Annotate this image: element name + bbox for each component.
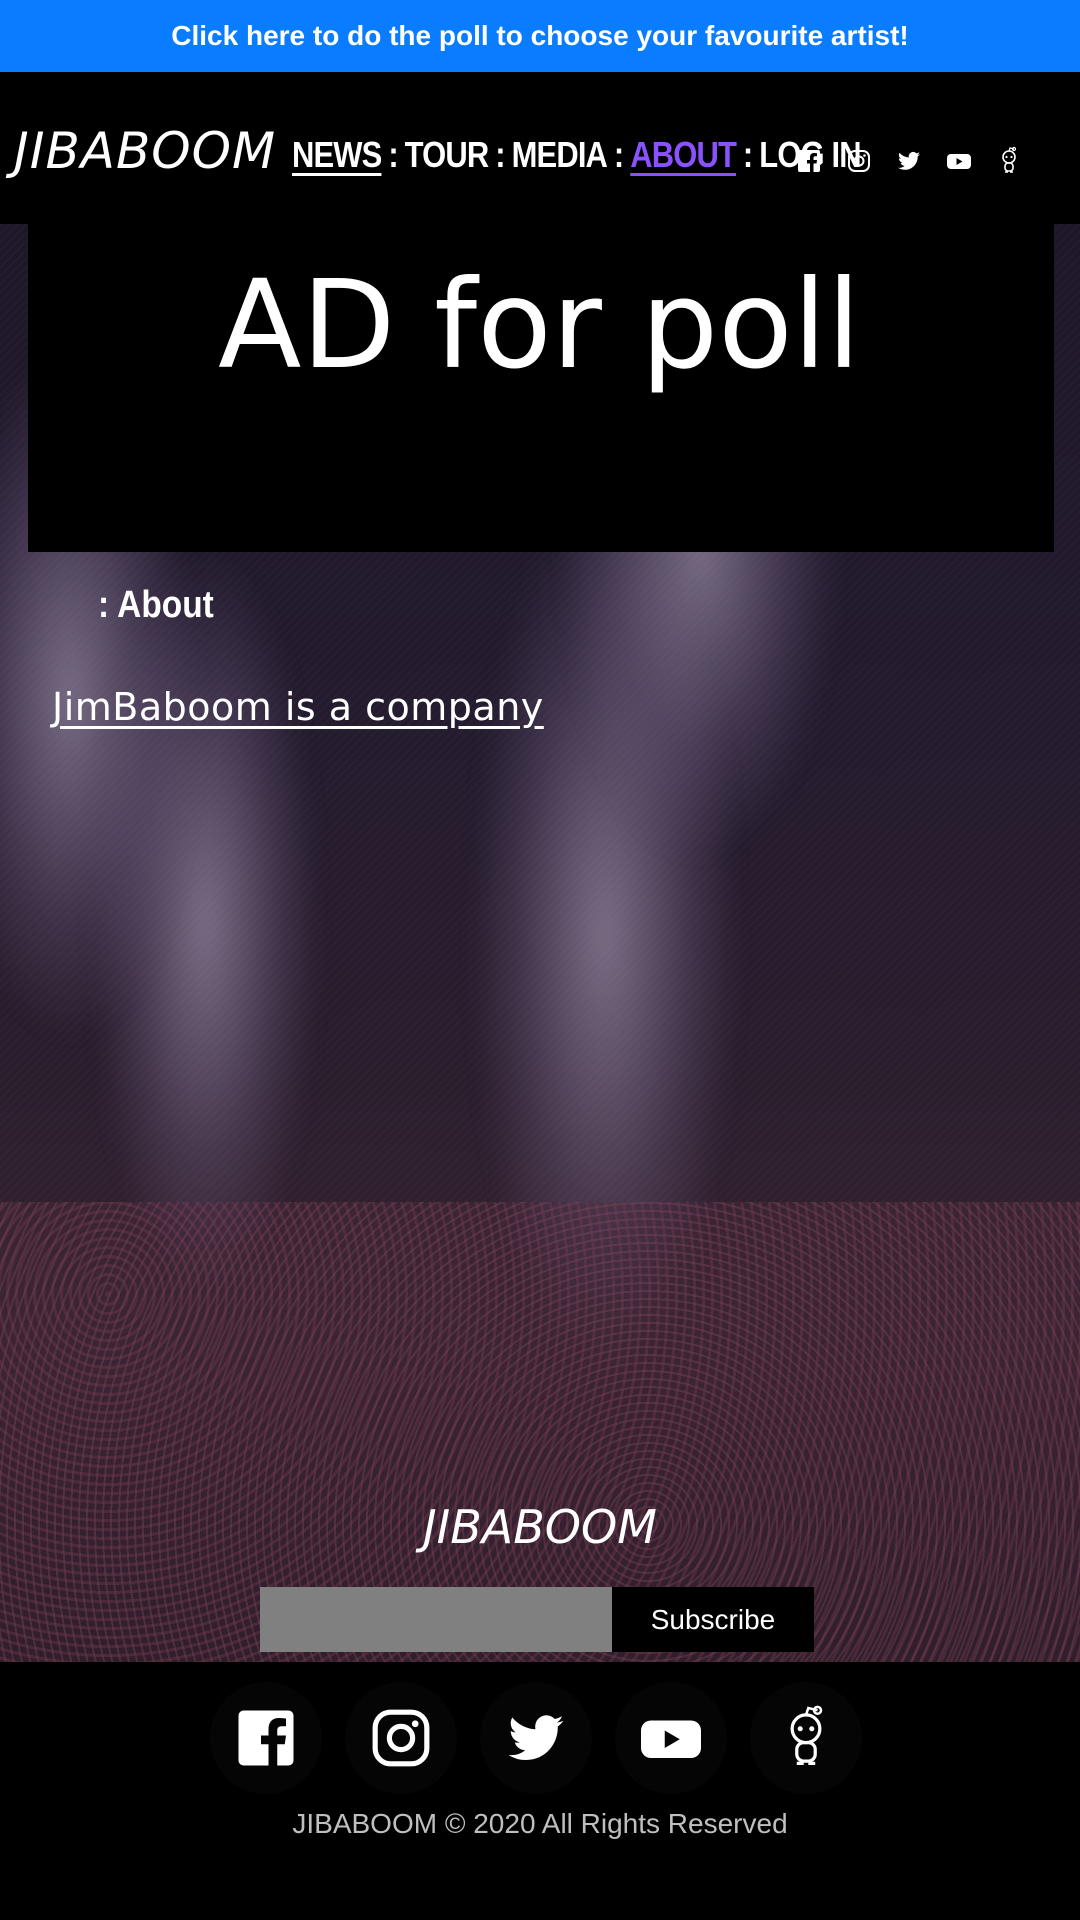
nav-item-media[interactable]: MEDIA bbox=[512, 134, 608, 176]
nav-item-about[interactable]: ABOUT bbox=[630, 134, 737, 176]
facebook-icon[interactable] bbox=[210, 1682, 322, 1794]
subscribe-email-input[interactable] bbox=[260, 1587, 612, 1652]
header-social-links bbox=[792, 144, 1042, 178]
nav-separator: : bbox=[742, 134, 753, 175]
instagram-icon[interactable] bbox=[345, 1682, 457, 1794]
site-footer: JIBABOOM © 2020 All Rights Reserved bbox=[0, 1662, 1080, 1920]
main-nav: NEWS : TOUR : MEDIA : ABOUT : LOG IN bbox=[292, 134, 862, 176]
ad-banner[interactable]: AD for poll bbox=[28, 224, 1054, 552]
poll-banner[interactable]: Click here to do the poll to choose your… bbox=[0, 0, 1080, 72]
ad-text: AD for poll bbox=[218, 254, 861, 396]
facebook-icon[interactable] bbox=[792, 144, 826, 178]
subscribe-button[interactable]: Subscribe bbox=[612, 1587, 814, 1652]
site-logo[interactable]: JIBABOOM bbox=[14, 122, 276, 180]
nav-item-news[interactable]: NEWS bbox=[292, 134, 382, 176]
nav-separator: : bbox=[388, 134, 398, 175]
copyright-text: JIBABOOM © 2020 All Rights Reserved bbox=[292, 1808, 788, 1839]
twitter-icon[interactable] bbox=[480, 1682, 592, 1794]
subscribe-form: Subscribe bbox=[260, 1587, 814, 1652]
about-link[interactable]: JimBaboom is a company bbox=[52, 685, 544, 729]
nav-separator: : bbox=[613, 134, 624, 175]
footer-logo[interactable]: JIBABOOM bbox=[0, 1500, 1080, 1554]
site-header: JIBABOOM NEWS : TOUR : MEDIA : ABOUT : L… bbox=[0, 72, 1080, 224]
reddit-icon[interactable] bbox=[750, 1682, 862, 1794]
footer-social-links bbox=[210, 1682, 885, 1794]
twitter-icon[interactable] bbox=[892, 144, 926, 178]
nav-item-tour[interactable]: TOUR bbox=[405, 134, 490, 176]
youtube-icon[interactable] bbox=[942, 144, 976, 178]
instagram-icon[interactable] bbox=[842, 144, 876, 178]
page-title: : About bbox=[98, 584, 214, 626]
poll-banner-text[interactable]: Click here to do the poll to choose your… bbox=[171, 20, 908, 52]
youtube-icon[interactable] bbox=[615, 1682, 727, 1794]
reddit-icon[interactable] bbox=[992, 144, 1026, 178]
nav-separator: : bbox=[495, 134, 505, 175]
